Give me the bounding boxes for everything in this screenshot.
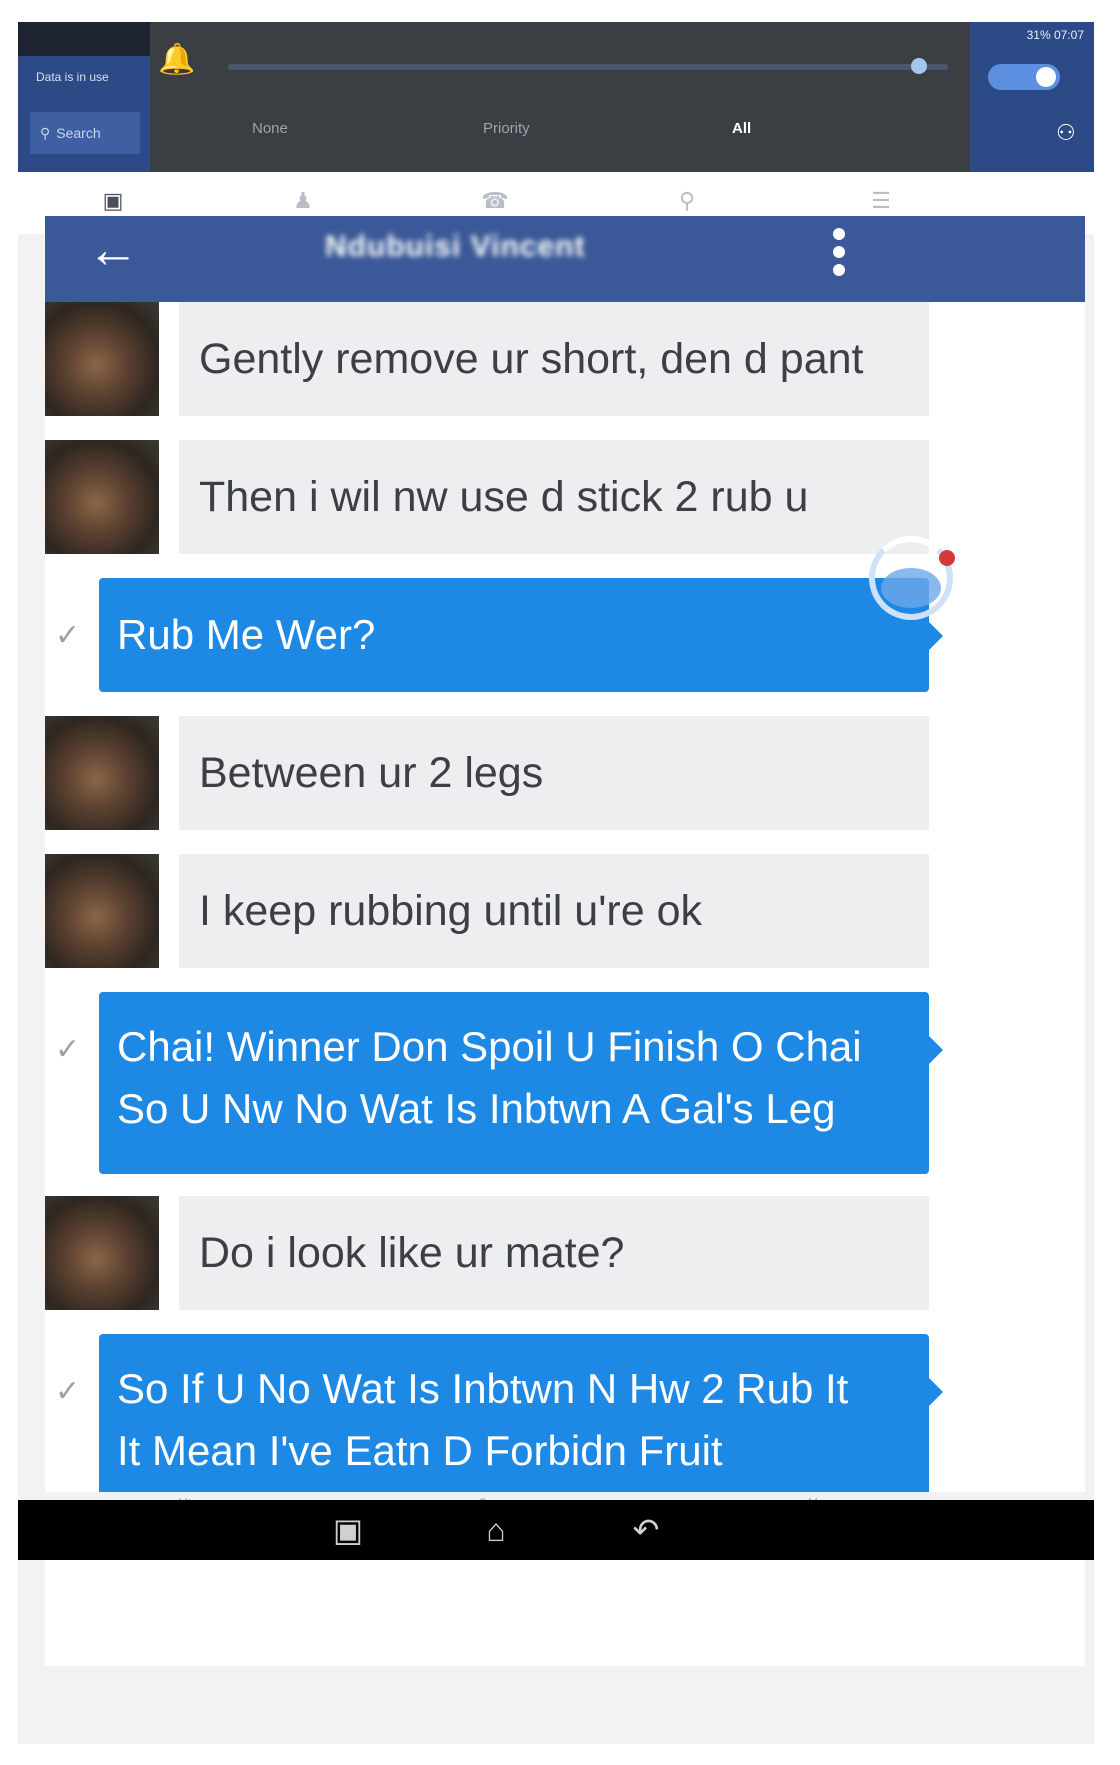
message-line: So U Nw No Wat Is Inbtwn A Gal's Leg — [117, 1085, 836, 1132]
bell-icon[interactable]: 🔔 — [158, 42, 204, 88]
device-screen: Data is in use ⚲ Search 🔔 None Priority … — [18, 22, 1094, 1744]
outgoing-message[interactable]: So If U No Wat Is Inbtwn N Hw 2 Rub It I… — [99, 1334, 929, 1516]
incoming-message[interactable]: I keep rubbing until u're ok — [179, 854, 929, 968]
search-icon: ⚲ — [40, 124, 51, 141]
chat-header: ← Ndubuisi Vincent — [45, 216, 1085, 302]
list-icon[interactable]: ☰ — [866, 188, 896, 214]
outgoing-message[interactable]: Chai! Winner Don Spoil U Finish O Chai S… — [99, 992, 929, 1174]
overflow-menu-icon[interactable] — [831, 224, 847, 284]
avatar[interactable] — [45, 716, 159, 830]
outgoing-message[interactable]: Rub Me Wer? — [99, 578, 929, 692]
bubble-tail — [929, 1378, 943, 1406]
pin-icon[interactable]: ⚲ — [672, 188, 702, 214]
avatar[interactable] — [45, 1196, 159, 1310]
message-line: Chai! Winner Don Spoil U Finish O Chai — [117, 1023, 862, 1070]
shade-left-panel: Data is in use ⚲ Search — [18, 22, 150, 172]
incoming-message[interactable]: Gently remove ur short, den d pant — [179, 302, 929, 416]
interruption-tabs: None Priority All — [158, 108, 970, 158]
bubble-tail — [929, 622, 943, 650]
chat-window: ← Ndubuisi Vincent Gently remove ur shor… — [45, 216, 1085, 1666]
contacts-icon[interactable]: ♟ — [288, 188, 318, 214]
contact-name: Ndubuisi Vincent — [325, 230, 586, 263]
system-nav-bar: ▣ ⌂ ↶ — [18, 1500, 1094, 1560]
tab-none[interactable]: None — [252, 120, 288, 137]
incoming-message[interactable]: Then i wil nw use d stick 2 rub u — [179, 440, 929, 554]
brightness-slider-knob[interactable] — [910, 58, 927, 74]
tab-all[interactable]: All — [732, 120, 751, 137]
notification-shade: Data is in use ⚲ Search 🔔 None Priority … — [18, 22, 1094, 172]
notification-dot — [939, 550, 955, 566]
loading-spinner-fill — [881, 568, 941, 608]
brightness-slider[interactable] — [228, 64, 948, 70]
shade-right-panel: 31% 07:07 ⚇ — [970, 22, 1094, 172]
check-icon: ✓ — [55, 619, 81, 652]
bubble-tail — [929, 1036, 943, 1064]
avatar[interactable] — [45, 440, 159, 554]
data-usage-label: Data is in use — [36, 70, 109, 84]
toggle-knob — [1036, 67, 1056, 87]
home-icon[interactable]: ⌂ — [466, 1508, 526, 1552]
message-line: Rub Me Wer? — [117, 611, 376, 658]
user-icon[interactable]: ⚇ — [1056, 120, 1076, 146]
recent-apps-icon[interactable]: ▣ — [318, 1508, 378, 1552]
status-bar-text: 31% 07:07 — [1026, 28, 1084, 42]
wifi-toggle[interactable] — [988, 64, 1060, 90]
check-icon: ✓ — [55, 1033, 81, 1066]
message-line: So If U No Wat Is Inbtwn N Hw 2 Rub It — [117, 1365, 849, 1412]
back-arrow-icon[interactable]: ← — [87, 216, 139, 286]
incoming-message[interactable]: Do i look like ur mate? — [179, 1196, 929, 1310]
tab-priority[interactable]: Priority — [483, 120, 530, 137]
shade-search-label: Search — [56, 125, 101, 141]
message-line: It Mean I've Eatn D Forbidn Fruit — [117, 1427, 723, 1474]
calendar-icon[interactable]: ▣ — [98, 188, 128, 214]
shade-left-top — [18, 22, 150, 56]
check-icon: ✓ — [55, 1375, 81, 1408]
back-icon[interactable]: ↶ — [616, 1508, 676, 1552]
avatar[interactable] — [45, 854, 159, 968]
shade-search-button[interactable]: ⚲ Search — [30, 112, 140, 154]
incoming-message[interactable]: Between ur 2 legs — [179, 716, 929, 830]
phone-icon[interactable]: ☎ — [480, 188, 510, 214]
avatar[interactable] — [45, 302, 159, 416]
